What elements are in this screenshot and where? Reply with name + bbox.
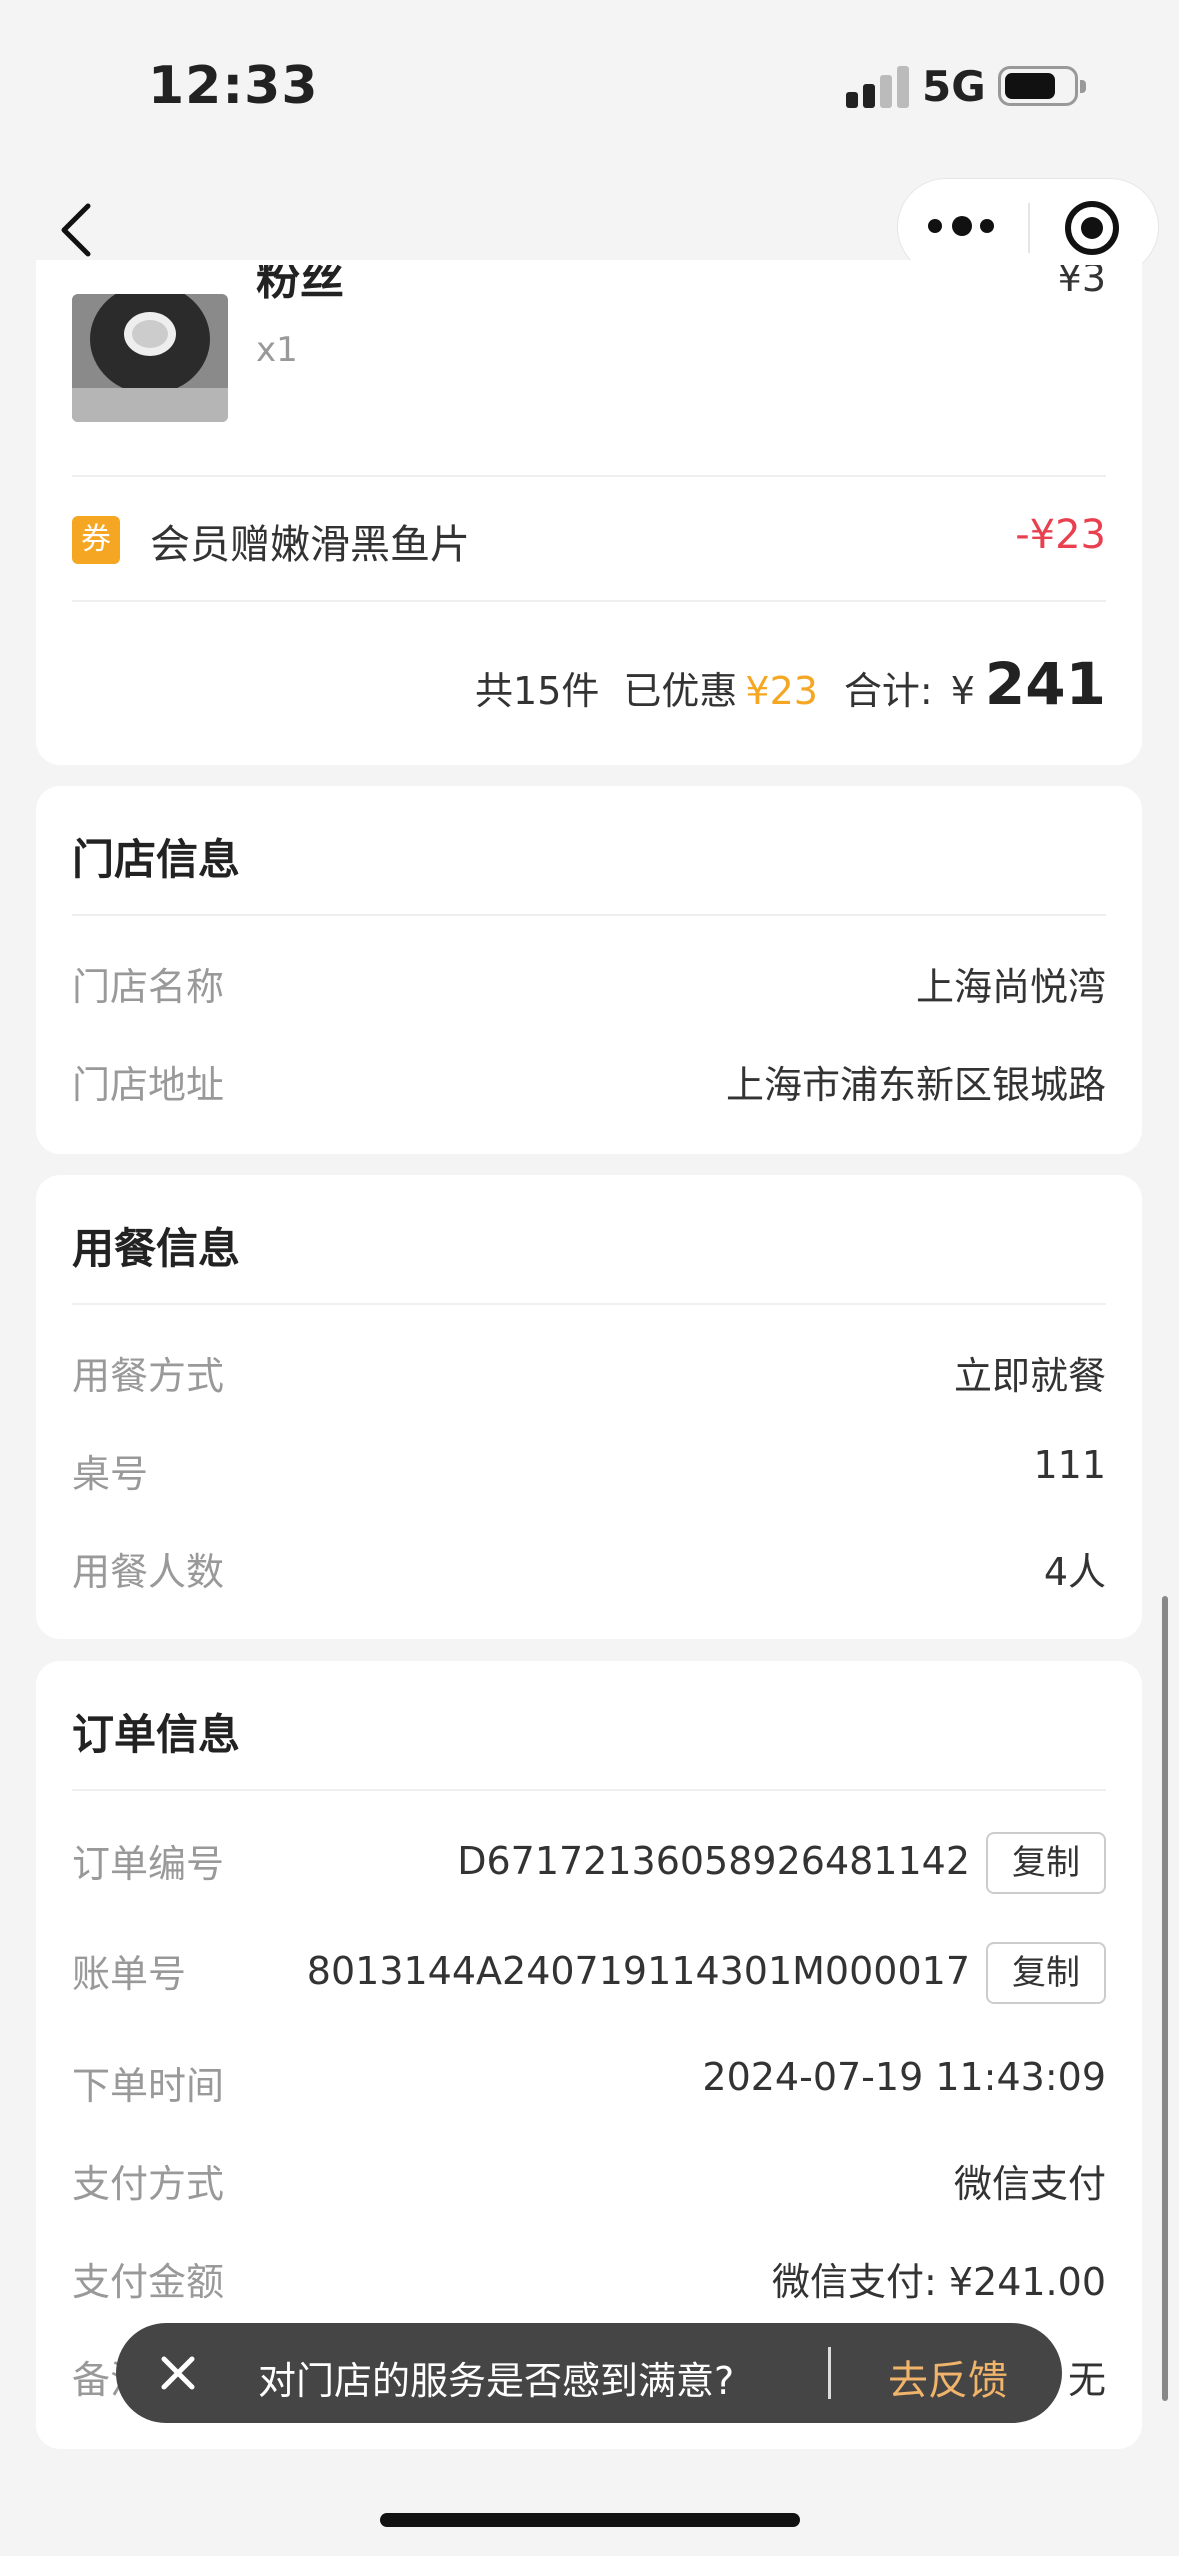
chevron-left-icon	[61, 203, 91, 257]
feedback-question: 对门店的服务是否感到满意?	[258, 2359, 735, 2403]
close-icon[interactable]	[156, 2351, 200, 2395]
store-address-label: 门店地址	[72, 1063, 225, 1107]
store-name-label: 门店名称	[72, 965, 225, 1009]
scrollbar[interactable]	[1162, 1596, 1168, 2401]
payment-method-value: 微信支付	[953, 2162, 1106, 2206]
copy-bill-number-button[interactable]: 复制	[986, 1942, 1106, 2004]
divider	[72, 475, 1106, 477]
item-price: ¥3	[1057, 265, 1106, 297]
remark-value: 无	[1067, 2358, 1106, 2402]
dining-info-title: 用餐信息	[72, 1224, 241, 1273]
store-info-title: 门店信息	[72, 835, 241, 884]
bill-number-value: 8013144A240719114301M000017	[306, 1949, 970, 1993]
battery-icon	[998, 66, 1086, 106]
summary-total-label: 合计:	[843, 669, 933, 713]
order-number-value: D67172136058926481142	[457, 1839, 970, 1883]
bill-number-label: 账单号	[72, 1952, 187, 1996]
divider	[72, 914, 1106, 916]
divider	[72, 1789, 1106, 1791]
coupon-badge-icon: 券	[72, 516, 120, 564]
order-info-title: 订单信息	[72, 1710, 241, 1759]
more-dots-icon[interactable]	[928, 212, 1000, 242]
toast-divider	[828, 2347, 831, 2399]
diners-label: 用餐人数	[72, 1550, 225, 1594]
back-button[interactable]	[50, 200, 110, 260]
dining-mode-value: 立即就餐	[953, 1354, 1106, 1398]
payment-method-label: 支付方式	[72, 2162, 225, 2206]
capsule-divider	[1028, 203, 1030, 253]
status-bar: 12:33 5G	[0, 0, 1179, 175]
table-number-value: 111	[1033, 1443, 1106, 1487]
item-thumbnail	[72, 294, 228, 422]
coupon-label: 会员赠嫩滑黑鱼片	[150, 522, 470, 568]
dining-mode-label: 用餐方式	[72, 1354, 225, 1398]
summary-discount-value: ¥23	[745, 669, 818, 713]
order-time-label: 下单时间	[72, 2064, 225, 2108]
network-label: 5G	[922, 62, 986, 111]
dining-info-card: 用餐信息 用餐方式 立即就餐 桌号 111 用餐人数 4人	[36, 1175, 1142, 1639]
summary-currency: ¥	[950, 669, 975, 713]
item-name: 粉丝	[256, 265, 344, 305]
feedback-button[interactable]: 去反馈	[888, 2348, 1008, 2406]
summary-total: 241	[984, 650, 1106, 718]
signal-icon	[846, 64, 912, 108]
order-summary: 共15件 已优惠 ¥23 合计: ¥ 241	[475, 650, 1106, 718]
divider	[72, 600, 1106, 602]
order-items-card: 粉丝 x1 ¥3 券 会员赠嫩滑黑鱼片 -¥23 共15件 已优惠 ¥23 合计…	[36, 260, 1142, 765]
order-number-label: 订单编号	[72, 1842, 225, 1886]
store-name-value: 上海尚悦湾	[915, 965, 1106, 1009]
home-indicator[interactable]	[380, 2513, 800, 2527]
target-circle-icon[interactable]	[1065, 201, 1119, 255]
copy-order-number-button[interactable]: 复制	[986, 1832, 1106, 1894]
divider	[72, 1303, 1106, 1305]
store-address-value: 上海市浦东新区银城路	[725, 1063, 1106, 1107]
diners-value: 4人	[1043, 1550, 1106, 1594]
summary-count: 共15件	[475, 669, 600, 713]
coupon-amount: -¥23	[1015, 512, 1106, 558]
summary-discount-label: 已优惠	[623, 669, 738, 713]
store-info-card: 门店信息 门店名称 上海尚悦湾 门店地址 上海市浦东新区银城路	[36, 786, 1142, 1154]
status-time: 12:33	[148, 56, 319, 116]
order-time-value: 2024-07-19 11:43:09	[702, 2055, 1106, 2099]
table-number-label: 桌号	[72, 1452, 149, 1496]
item-quantity: x1	[256, 330, 298, 370]
payment-amount-value: 微信支付: ¥241.00	[771, 2260, 1106, 2304]
payment-amount-label: 支付金额	[72, 2260, 225, 2304]
feedback-toast: 对门店的服务是否感到满意? 去反馈	[116, 2323, 1062, 2423]
